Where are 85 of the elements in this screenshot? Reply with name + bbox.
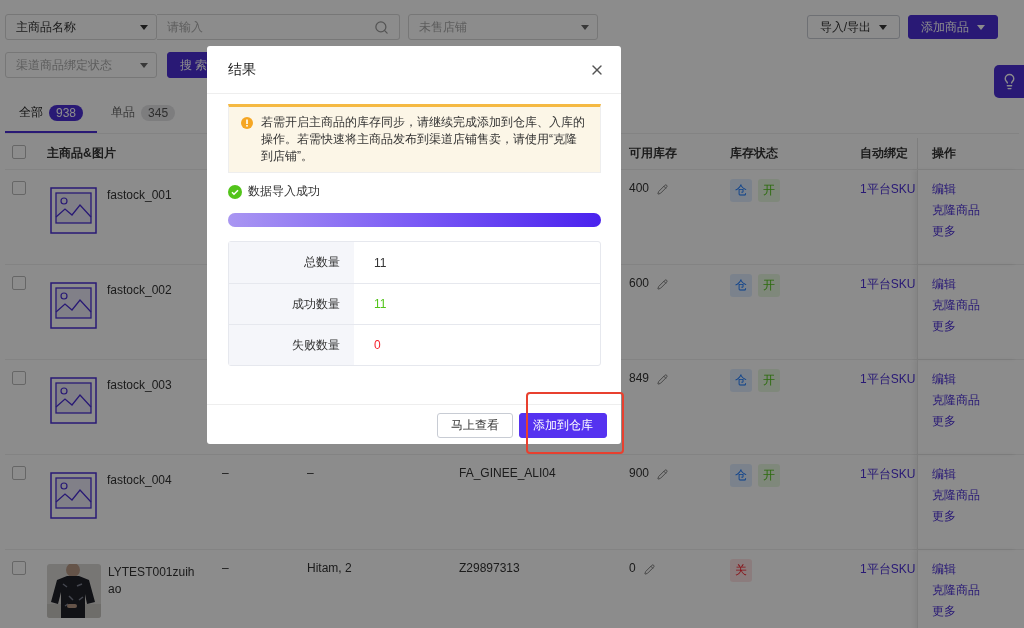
import-export-button[interactable]: 导入/导出 xyxy=(806,15,900,39)
stock-value: 600 xyxy=(629,276,650,290)
view-now-button[interactable]: 马上查看 xyxy=(437,413,513,438)
binding-link[interactable]: 1平台SKU xyxy=(860,181,916,198)
action-link[interactable]: 克隆商品 xyxy=(932,297,1017,314)
product-name: LYTEST001zuihao xyxy=(108,564,196,598)
binding-link[interactable]: 1平台SKU xyxy=(860,276,916,293)
column-header: 库存状态 xyxy=(730,145,779,162)
stat-value: 11 xyxy=(373,296,388,313)
product-name: fastock_004 xyxy=(107,472,173,489)
warning-icon xyxy=(241,117,253,129)
success-check-icon xyxy=(228,184,242,199)
table-cell: – xyxy=(222,561,229,575)
stock-value: 400 xyxy=(629,181,650,195)
sku-code: FA_GINEE_ALI04 xyxy=(459,466,556,480)
stat-value: 0 xyxy=(373,337,382,354)
action-link[interactable]: 更多 xyxy=(932,413,1017,430)
product-name: fastock_002 xyxy=(107,282,173,299)
action-link[interactable]: 克隆商品 xyxy=(932,487,1017,504)
stat-value: 11 xyxy=(373,254,388,272)
column-header: 主商品&图片 xyxy=(47,145,117,162)
stock-value: 900 xyxy=(629,466,650,480)
action-link[interactable]: 编辑 xyxy=(932,371,1017,388)
search-icon xyxy=(374,19,389,35)
sku-code: Z29897313 xyxy=(459,561,520,575)
table-cell: – xyxy=(307,466,314,480)
image-placeholder-icon xyxy=(50,377,97,424)
table-cell: Hitam, 2 xyxy=(307,561,352,575)
tab[interactable]: 全部 938 xyxy=(5,96,98,133)
tips-button[interactable] xyxy=(994,65,1024,98)
caret-icon xyxy=(977,24,985,30)
product-name: fastock_003 xyxy=(107,377,173,394)
status-text: 数据导入成功 xyxy=(248,183,320,200)
stat-label: 成功数量 xyxy=(229,284,354,324)
tab-label: 单品 xyxy=(111,104,136,121)
table-cell: – xyxy=(222,466,229,480)
count-badge: 938 xyxy=(49,104,84,121)
column-header: 操作 xyxy=(932,145,956,162)
dialog-title: 结果 xyxy=(228,60,256,79)
action-link[interactable]: 克隆商品 xyxy=(932,202,1017,219)
action-link[interactable]: 编辑 xyxy=(932,561,1017,578)
stock-value: 849 xyxy=(629,371,650,385)
edit-icon[interactable] xyxy=(643,564,655,575)
checkbox[interactable] xyxy=(12,145,26,159)
stat-label: 总数量 xyxy=(229,242,354,283)
add-to-warehouse-button[interactable]: 添加到仓库 xyxy=(519,413,607,438)
checkbox[interactable] xyxy=(12,371,26,385)
checkbox[interactable] xyxy=(12,276,26,290)
edit-icon[interactable] xyxy=(657,469,669,480)
stat-label: 失败数量 xyxy=(229,325,354,365)
tab-label: 全部 xyxy=(19,104,43,121)
notice-text: 若需开启主商品的库存同步，请继续完成添加到仓库、入库的操作。若需快速将主商品发布到渠道店铺售卖，请使用“克隆到店铺”。 xyxy=(261,114,586,165)
checkbox[interactable] xyxy=(12,561,26,575)
caret-icon xyxy=(879,24,887,30)
stock-value: 0 xyxy=(629,561,636,575)
action-link[interactable]: 编辑 xyxy=(932,181,1017,198)
product-name-select[interactable]: 主商品名称 xyxy=(5,14,157,40)
caret-icon xyxy=(140,24,148,30)
binding-link[interactable]: 1平台SKU xyxy=(860,371,916,388)
image-placeholder-icon xyxy=(50,187,97,234)
action-link[interactable]: 编辑 xyxy=(932,276,1017,293)
action-link[interactable]: 编辑 xyxy=(932,466,1017,483)
add-product-button[interactable]: 添加商品 xyxy=(908,15,998,39)
edit-icon[interactable] xyxy=(657,279,669,290)
action-link[interactable]: 更多 xyxy=(932,508,1017,525)
image-placeholder-icon xyxy=(50,472,97,519)
caret-icon xyxy=(140,62,148,68)
action-link[interactable]: 克隆商品 xyxy=(932,392,1017,409)
tab[interactable]: 单品 345 xyxy=(97,96,190,133)
edit-icon[interactable] xyxy=(657,374,669,385)
checkbox[interactable] xyxy=(12,181,26,195)
count-badge: 345 xyxy=(141,104,176,121)
caret-icon xyxy=(581,24,589,30)
image-placeholder-icon xyxy=(50,282,97,329)
binding-link[interactable]: 1平台SKU xyxy=(860,466,916,483)
action-link[interactable]: 更多 xyxy=(932,603,1017,620)
action-link[interactable]: 更多 xyxy=(932,318,1017,335)
action-link[interactable]: 克隆商品 xyxy=(932,582,1017,599)
checkbox[interactable] xyxy=(12,466,26,480)
column-header: 可用库存 xyxy=(629,145,678,162)
binding-link[interactable]: 1平台SKU xyxy=(860,561,916,578)
edit-icon[interactable] xyxy=(657,184,669,195)
product-name: fastock_001 xyxy=(107,187,173,204)
column-header: 自动绑定 xyxy=(860,145,909,162)
action-link[interactable]: 更多 xyxy=(932,223,1017,240)
